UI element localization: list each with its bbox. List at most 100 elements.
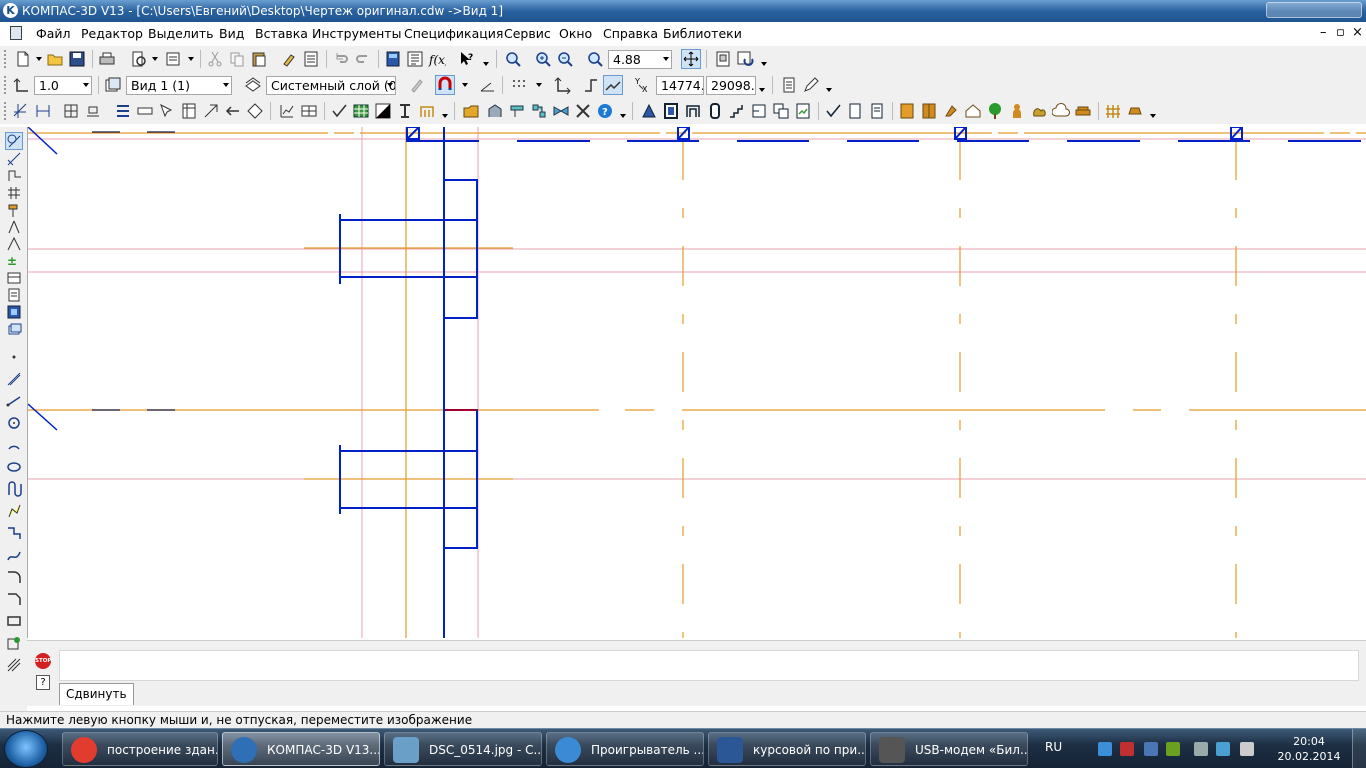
sofa-icon[interactable] xyxy=(1074,102,1092,120)
aux-line-icon[interactable] xyxy=(6,371,22,387)
toolbar-overflow-arrow-4[interactable] xyxy=(826,88,832,92)
arc-icon[interactable] xyxy=(6,437,22,453)
view-combo[interactable]: Вид 1 (1) xyxy=(126,76,232,95)
green-table-icon[interactable] xyxy=(352,102,370,120)
insert-panel-icon[interactable] xyxy=(224,102,242,120)
report-icon[interactable] xyxy=(6,270,22,286)
network-icon[interactable] xyxy=(1098,742,1112,756)
monitor-icon[interactable] xyxy=(1194,742,1208,756)
spline-icon[interactable] xyxy=(6,481,22,497)
angle-snap-icon[interactable] xyxy=(478,76,496,94)
drawing-canvas[interactable] xyxy=(27,127,1366,638)
library-valve-icon[interactable] xyxy=(552,102,570,120)
ellipse-icon[interactable] xyxy=(6,459,22,475)
toolbar-overflow-arrow[interactable] xyxy=(483,62,489,66)
grid-dropdown-arrow[interactable] xyxy=(536,83,542,87)
select-lasso-icon[interactable] xyxy=(6,236,22,252)
report-tool-icon[interactable] xyxy=(794,102,812,120)
task-kompas[interactable]: КОМПАС-3D V13... xyxy=(222,732,380,766)
menu-service[interactable]: Сервис xyxy=(504,26,551,41)
save-icon[interactable] xyxy=(68,50,86,68)
menu-specification[interactable]: Спецификация xyxy=(404,26,503,41)
spec-panel-icon[interactable] xyxy=(180,102,198,120)
task-usb-modem[interactable]: USB-модем «Бил... xyxy=(870,732,1028,766)
tools-wrench-icon[interactable] xyxy=(574,102,592,120)
person-icon[interactable] xyxy=(1008,102,1026,120)
doc-restore-button[interactable]: ▫ xyxy=(1336,25,1345,40)
geometry-panel-icon[interactable] xyxy=(12,102,30,120)
menu-libraries[interactable]: Библиотеки xyxy=(663,26,742,41)
pan-move-icon[interactable] xyxy=(681,49,701,69)
cabinet-icon[interactable] xyxy=(898,102,916,120)
antivirus-icon[interactable] xyxy=(1120,742,1134,756)
chamfer-icon[interactable] xyxy=(6,591,22,607)
start-button[interactable] xyxy=(4,730,48,768)
language-indicator[interactable]: RU xyxy=(1045,740,1062,754)
edit-grid-icon[interactable] xyxy=(6,185,22,201)
niche-tool-icon[interactable] xyxy=(706,102,724,120)
tree-green-icon[interactable] xyxy=(986,102,1004,120)
house-icon[interactable] xyxy=(964,102,982,120)
fill-tool-icon[interactable] xyxy=(374,102,392,120)
toolbar-overflow-arrow-2[interactable] xyxy=(761,62,767,66)
wall-tool-icon[interactable] xyxy=(418,102,436,120)
edit-pencil-icon[interactable] xyxy=(802,76,820,94)
dimensions-panel-icon[interactable] xyxy=(34,102,52,120)
insert-document-icon[interactable] xyxy=(6,287,22,303)
library-arch-icon[interactable] xyxy=(486,102,504,120)
view-icon[interactable] xyxy=(104,76,122,94)
open-folder-icon[interactable] xyxy=(46,50,64,68)
zone-tool-icon[interactable] xyxy=(772,102,790,120)
toolbar-overflow-arrow-6[interactable] xyxy=(620,114,626,118)
layers-icon[interactable] xyxy=(6,321,22,337)
new-document-icon[interactable] xyxy=(14,50,32,68)
list-icon[interactable] xyxy=(302,50,320,68)
doc-minimize-button[interactable]: – xyxy=(1320,25,1327,40)
sheet-icon[interactable] xyxy=(846,102,864,120)
menu-tools[interactable]: Инструменты xyxy=(312,26,401,41)
door-tool-icon[interactable] xyxy=(662,102,680,120)
toolbar-overflow-arrow-3[interactable] xyxy=(759,88,765,92)
zoom-in-icon[interactable] xyxy=(534,50,552,68)
size-icon[interactable] xyxy=(6,151,22,167)
symbols-panel-icon[interactable] xyxy=(62,102,80,120)
measure-compass-icon[interactable] xyxy=(6,219,22,235)
menu-editor[interactable]: Редактор xyxy=(81,26,143,41)
task-word[interactable]: курсовой по при... xyxy=(708,732,866,766)
edit-panel-icon[interactable] xyxy=(84,102,102,120)
sheet-list-icon[interactable] xyxy=(868,102,886,120)
cloud-icon[interactable] xyxy=(1052,102,1070,120)
volume-icon[interactable] xyxy=(1240,742,1254,756)
segment-icon[interactable] xyxy=(6,393,22,409)
menu-window[interactable]: Окно xyxy=(559,26,592,41)
snap-magnet-icon[interactable] xyxy=(435,75,455,95)
point-icon[interactable] xyxy=(6,349,22,365)
preview-dropdown-arrow[interactable] xyxy=(152,57,158,61)
furniture-icon[interactable] xyxy=(1126,102,1144,120)
polyline-icon[interactable] xyxy=(6,503,22,519)
zoom-out-icon[interactable] xyxy=(556,50,574,68)
coord-x-field[interactable]: 14774.5 xyxy=(656,76,704,95)
clock[interactable]: 20:04 20.02.2014 xyxy=(1276,734,1342,764)
show-all-icon[interactable] xyxy=(714,50,732,68)
window-tool-icon[interactable] xyxy=(640,102,658,120)
menu-file[interactable]: Файл xyxy=(36,26,71,41)
menu-insert[interactable]: Вставка xyxy=(255,26,308,41)
function-icon[interactable]: f(x) xyxy=(428,50,446,68)
doc-close-button[interactable]: × xyxy=(1352,25,1363,40)
undo-icon[interactable] xyxy=(332,50,350,68)
tab-pan[interactable]: Сдвинуть xyxy=(59,683,134,705)
tree-icon[interactable] xyxy=(406,50,424,68)
geometry-icon[interactable] xyxy=(5,132,23,150)
zoom-scale-icon[interactable] xyxy=(586,50,604,68)
zoom-window-icon[interactable] xyxy=(504,50,522,68)
params-panel-icon[interactable] xyxy=(114,102,132,120)
library-folder-icon[interactable] xyxy=(462,102,480,120)
coordinate-system-icon[interactable] xyxy=(554,76,572,94)
room-tool-icon[interactable] xyxy=(750,102,768,120)
coord-y-field[interactable]: 29098.4 xyxy=(706,76,756,95)
layer-icon[interactable] xyxy=(244,76,262,94)
task-chrome[interactable]: построение здан... xyxy=(62,732,218,766)
manager-icon[interactable] xyxy=(384,50,402,68)
stop-button[interactable]: STOP xyxy=(35,653,51,669)
